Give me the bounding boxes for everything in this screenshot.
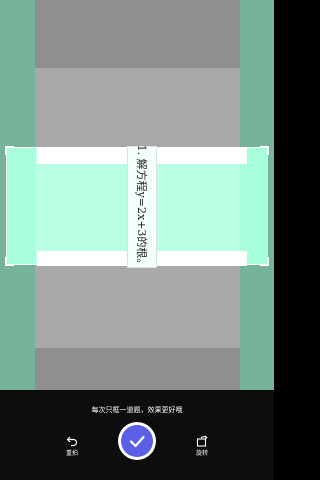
retake-button[interactable]: 重拍	[52, 432, 92, 462]
question-text: 1. 解方程y=2x+3的根。	[135, 144, 148, 270]
crop-handle-bottom-left[interactable]	[5, 257, 14, 266]
retake-label: 重拍	[65, 450, 78, 457]
rotate-label: 旋转	[195, 450, 208, 457]
confirm-button[interactable]	[118, 422, 156, 460]
undo-icon	[52, 432, 92, 447]
rotate-icon	[182, 432, 222, 447]
crop-left-tint	[7, 148, 35, 264]
crop-hint-text: 每次只框一道题，效果更好哦	[91, 406, 183, 414]
bottom-toolbar: 每次只框一道题，效果更好哦 重拍 旋转	[0, 390, 274, 480]
crop-selection-box[interactable]: 1. 解方程y=2x+3的根。	[5, 144, 269, 270]
rotate-button[interactable]: 旋转	[182, 432, 222, 462]
paper-bottom-region	[35, 348, 240, 390]
crop-right-tint	[240, 148, 268, 264]
paper-top-region	[35, 0, 240, 68]
camera-photo-area: 1. 解方程y=2x+3的根。	[0, 0, 274, 390]
question-card: 1. 解方程y=2x+3的根。	[127, 144, 157, 270]
crop-handle-bottom-right[interactable]	[260, 257, 269, 266]
checkmark-icon	[129, 435, 145, 448]
crop-handle-top-left[interactable]	[5, 146, 14, 155]
crop-handle-top-right[interactable]	[260, 146, 269, 155]
